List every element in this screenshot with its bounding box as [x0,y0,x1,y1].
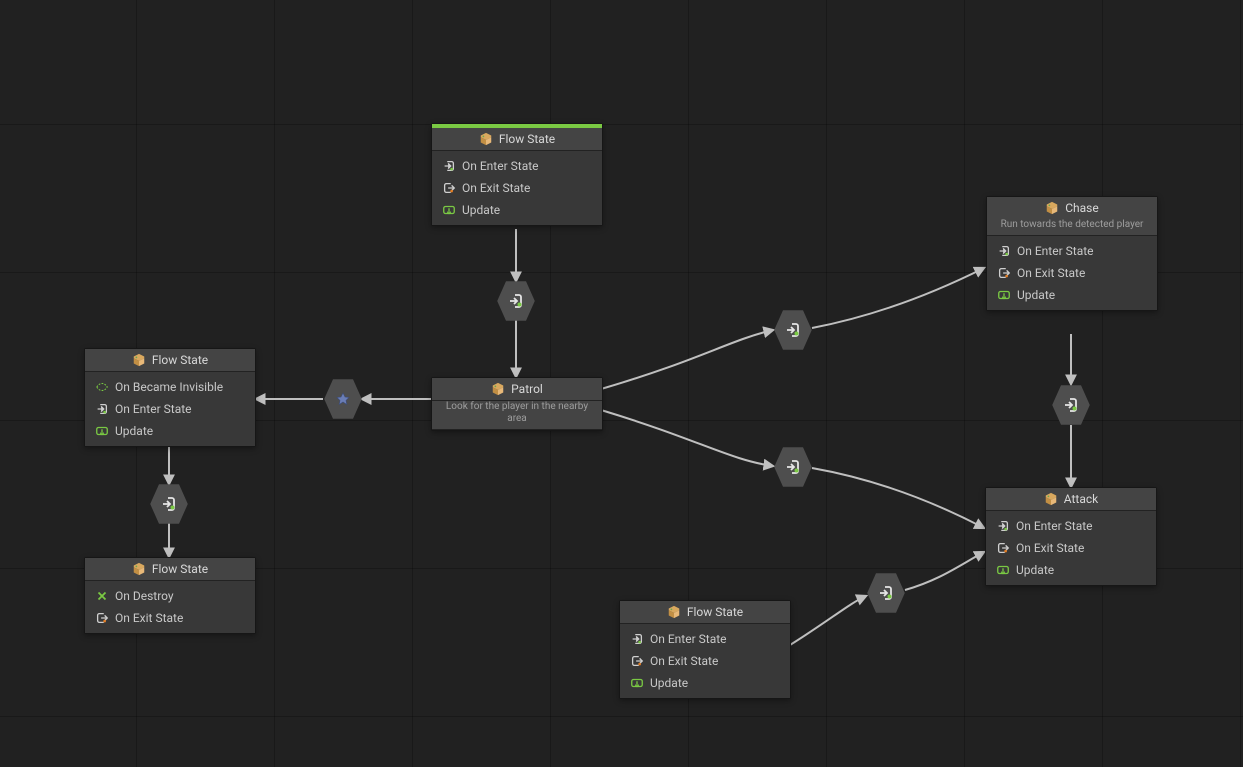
node-flow-state-bottom[interactable]: Flow State On Enter State On Exit State … [619,600,791,699]
transition-any-to-leftflow[interactable] [323,379,363,419]
node-body: On Became Invisible On Enter State Updat… [85,372,255,446]
port-label: On Enter State [462,157,539,175]
node-body: On Enter State On Exit State Update [986,511,1156,585]
node-subtitle: Look for the player in the nearby area [432,401,602,430]
enter-state-icon [630,632,644,646]
box-icon [1045,201,1059,215]
port-on-exit-state[interactable]: On Exit State [620,650,790,672]
port-on-became-invisible[interactable]: On Became Invisible [85,376,255,398]
enter-state-icon [996,519,1010,533]
port-on-exit-state[interactable]: On Exit State [432,177,602,199]
update-icon [95,424,109,438]
node-flow-state-left-1[interactable]: Flow State On Became Invisible On Enter … [84,348,256,447]
port-update[interactable]: Update [85,420,255,442]
port-on-enter-state[interactable]: On Enter State [987,240,1157,262]
update-icon [997,288,1011,302]
transition-bottom-to-attack-selected[interactable] [866,573,906,613]
port-on-enter-state[interactable]: On Enter State [620,628,790,650]
port-label: Update [1017,286,1055,304]
node-header[interactable]: Flow State [85,558,255,581]
node-body: On Enter State On Exit State Update [987,236,1157,310]
node-flow-state-left-2[interactable]: Flow State On Destroy On Exit State [84,557,256,634]
node-title: Chase [1065,201,1099,215]
port-on-exit-state[interactable]: On Exit State [85,607,255,629]
node-attack[interactable]: Attack On Enter State On Exit State Upda… [985,487,1157,586]
exit-state-icon [630,654,644,668]
enter-state-icon [95,402,109,416]
node-header[interactable]: Flow State [85,349,255,372]
port-label: On Enter State [115,400,192,418]
port-on-exit-state[interactable]: On Exit State [986,537,1156,559]
box-icon [491,382,505,396]
node-title: Attack [1064,492,1098,506]
node-header[interactable]: Attack [986,488,1156,511]
node-body: On Destroy On Exit State [85,581,255,633]
node-title: Flow State [499,132,555,146]
box-icon [132,353,146,367]
port-on-enter-state[interactable]: On Enter State [986,515,1156,537]
update-icon [442,203,456,217]
transition-start-to-patrol[interactable] [496,281,536,321]
node-flow-state-start[interactable]: Flow State On Enter State On Exit State … [431,123,603,226]
node-title: Flow State [152,562,208,576]
node-patrol[interactable]: Patrol Look for the player in the nearby… [431,377,603,431]
transition-left1-to-left2[interactable] [149,484,189,524]
node-header[interactable]: Flow State [620,601,790,624]
port-update[interactable]: Update [987,284,1157,306]
transition-patrol-to-attack[interactable] [773,447,813,487]
node-header[interactable]: Flow State [432,124,602,151]
port-update[interactable]: Update [432,199,602,221]
node-header[interactable]: Chase [987,197,1157,219]
port-on-exit-state[interactable]: On Exit State [987,262,1157,284]
exit-state-icon [442,181,456,195]
port-label: On Exit State [650,652,718,670]
port-label: On Enter State [1017,242,1094,260]
exit-state-icon [997,266,1011,280]
destroy-icon [95,589,109,603]
box-icon [667,605,681,619]
node-title: Patrol [511,382,543,396]
transition-patrol-to-chase[interactable] [773,310,813,350]
node-chase[interactable]: Chase Run towards the detected player On… [986,196,1158,311]
enter-state-icon [442,159,456,173]
port-on-enter-state[interactable]: On Enter State [85,398,255,420]
port-label: On Exit State [1016,539,1084,557]
port-label: On Exit State [115,609,183,627]
graph-canvas[interactable]: Flow State On Enter State On Exit State … [0,0,1243,767]
update-icon [996,563,1010,577]
port-label: On Became Invisible [115,378,223,396]
update-icon [630,676,644,690]
port-label: On Destroy [115,587,174,605]
box-icon [479,132,493,146]
node-title: Flow State [687,605,743,619]
node-body: On Enter State On Exit State Update [620,624,790,698]
exit-state-icon [95,611,109,625]
port-update[interactable]: Update [620,672,790,694]
exit-state-icon [996,541,1010,555]
port-label: On Exit State [1017,264,1085,282]
port-label: On Enter State [650,630,727,648]
port-update[interactable]: Update [986,559,1156,581]
port-label: Update [650,674,688,692]
enter-state-icon [997,244,1011,258]
transition-chase-to-attack[interactable] [1051,385,1091,425]
port-label: On Exit State [462,179,530,197]
box-icon [1044,492,1058,506]
port-on-enter-state[interactable]: On Enter State [432,155,602,177]
node-header[interactable]: Patrol [432,378,602,401]
node-body: On Enter State On Exit State Update [432,151,602,225]
box-icon [132,562,146,576]
port-label: On Enter State [1016,517,1093,535]
node-subtitle: Run towards the detected player [987,219,1157,236]
port-label: Update [462,201,500,219]
port-on-destroy[interactable]: On Destroy [85,585,255,607]
port-label: Update [115,422,153,440]
became-invisible-icon [95,380,109,394]
node-title: Flow State [152,353,208,367]
port-label: Update [1016,561,1054,579]
